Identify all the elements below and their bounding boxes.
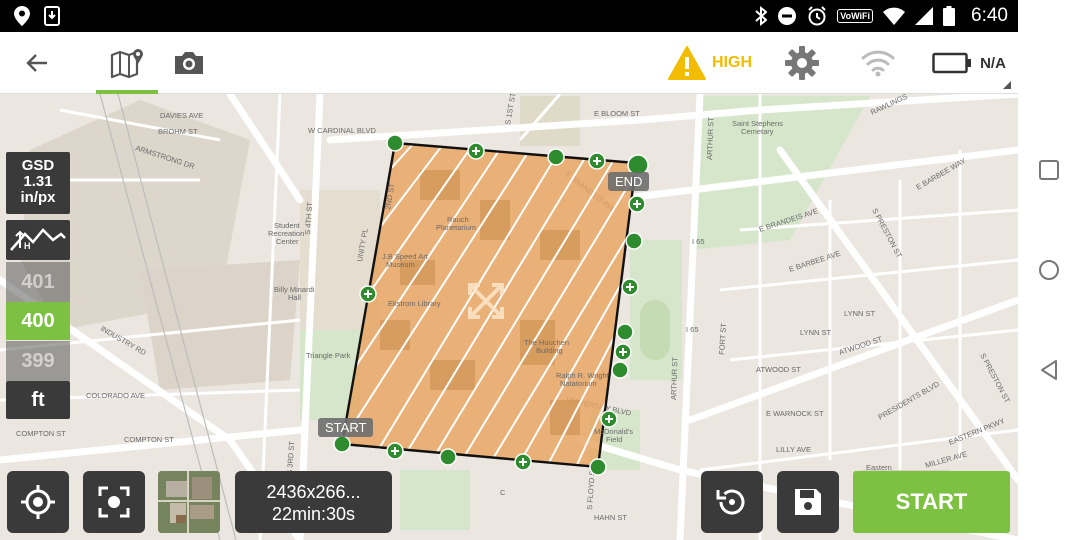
map-label: DAVIES AVE bbox=[160, 111, 203, 120]
altitude-option-below[interactable]: 399 bbox=[6, 341, 70, 381]
system-nav-bar bbox=[1018, 0, 1080, 540]
dnd-icon bbox=[778, 7, 797, 25]
satellite-thumbnail[interactable] bbox=[158, 471, 220, 533]
reset-rotation-button[interactable] bbox=[701, 471, 763, 533]
top-toolbar: HIGH N/A bbox=[0, 32, 1018, 94]
location-icon bbox=[14, 6, 30, 26]
map-label: COMPTON ST bbox=[16, 429, 66, 438]
gsd-display: GSD 1.31 in/px bbox=[6, 152, 70, 214]
altitude-unit[interactable]: ft bbox=[6, 381, 70, 419]
start-mission-button[interactable]: START bbox=[853, 471, 1010, 533]
map-label: E BLOOM ST bbox=[594, 109, 640, 118]
focus-icon bbox=[98, 486, 130, 518]
map-label: COMPTON ST bbox=[124, 435, 174, 444]
wifi-icon bbox=[861, 50, 895, 77]
vowifi-badge: VoWiFi bbox=[837, 9, 874, 23]
map-label: Museum bbox=[386, 260, 415, 269]
locate-button[interactable] bbox=[7, 471, 69, 533]
map-label: C bbox=[500, 488, 506, 497]
map-label: ARTHUR ST bbox=[669, 357, 680, 400]
focus-button[interactable] bbox=[83, 471, 145, 533]
alarm-icon bbox=[808, 6, 826, 26]
altitude-option-above[interactable]: 401 bbox=[6, 262, 70, 302]
status-bar: VoWiFi 6:40 bbox=[0, 0, 1018, 32]
grid-size: 2436x266... bbox=[266, 482, 361, 502]
clock: 6:40 bbox=[971, 5, 1008, 26]
tab-map[interactable] bbox=[96, 32, 158, 94]
terrain-follow-button[interactable]: H bbox=[6, 220, 70, 260]
bluetooth-icon bbox=[755, 6, 768, 26]
end-flag: END bbox=[608, 172, 650, 191]
map-label: LILLY AVE bbox=[776, 445, 811, 454]
mission-summary: 2436x266... 22min:30s bbox=[235, 471, 392, 533]
polygon-vertex[interactable] bbox=[616, 323, 634, 341]
save-button[interactable] bbox=[777, 471, 839, 533]
map-label: Triangle Park bbox=[306, 351, 351, 360]
battery-status[interactable]: N/A bbox=[926, 32, 1012, 94]
map-label: Field bbox=[606, 435, 622, 444]
tab-camera[interactable] bbox=[160, 32, 218, 94]
map-label: W CARDINAL BLVD bbox=[308, 126, 377, 135]
map-label: Natatorium bbox=[560, 379, 597, 388]
camera-icon bbox=[175, 52, 203, 74]
connection-status[interactable] bbox=[858, 32, 898, 94]
map-label: Cemetary bbox=[741, 127, 774, 136]
map-label: Hall bbox=[288, 293, 301, 302]
battery-label: N/A bbox=[980, 54, 1006, 72]
start-flag: START bbox=[318, 418, 374, 437]
svg-text:H: H bbox=[24, 241, 31, 251]
polygon-vertex[interactable] bbox=[439, 448, 457, 466]
polygon-vertex[interactable] bbox=[625, 232, 643, 250]
gsd-unit: in/px bbox=[20, 189, 56, 206]
gear-icon bbox=[785, 46, 819, 80]
flight-duration: 22min:30s bbox=[271, 504, 356, 524]
back-arrow-icon bbox=[26, 54, 47, 72]
recents-icon[interactable] bbox=[1037, 158, 1061, 182]
map-label: E WARNOCK ST bbox=[766, 409, 824, 418]
polygon-vertex[interactable] bbox=[386, 134, 404, 152]
polygon-vertex[interactable] bbox=[547, 148, 565, 166]
map-label: BROHM ST bbox=[158, 127, 198, 136]
back-nav-icon[interactable] bbox=[1037, 358, 1061, 382]
back-button[interactable] bbox=[14, 32, 60, 94]
polygon-vertex[interactable] bbox=[333, 435, 351, 453]
map-label: Planetarium bbox=[436, 223, 476, 232]
corner-indicator-icon bbox=[1003, 81, 1011, 89]
battery-icon bbox=[943, 6, 956, 26]
map-icon bbox=[110, 49, 143, 79]
map-label: Center bbox=[276, 237, 299, 246]
battery-icon bbox=[932, 52, 972, 74]
map-label: ATWOOD ST bbox=[756, 365, 801, 374]
gsd-label: GSD bbox=[21, 157, 55, 174]
gsd-value: 1.31 bbox=[23, 173, 53, 190]
map-label: COLORADO AVE bbox=[86, 391, 145, 400]
save-icon bbox=[795, 489, 821, 515]
signal-icon bbox=[915, 7, 934, 25]
map-label: HAHN ST bbox=[594, 513, 627, 522]
terrain-icon: H bbox=[10, 228, 66, 251]
risk-indicator[interactable]: HIGH bbox=[664, 32, 756, 94]
map-label: LYNN ST bbox=[800, 328, 832, 337]
wifi-icon bbox=[883, 7, 906, 25]
satellite-preview bbox=[158, 471, 220, 533]
warning-icon bbox=[668, 46, 706, 80]
map-label: Building bbox=[536, 346, 563, 355]
map-label: I 65 bbox=[692, 237, 705, 246]
polygon-vertex[interactable] bbox=[589, 458, 607, 476]
home-icon[interactable] bbox=[1037, 258, 1061, 282]
map-label: Ekstrom Library bbox=[388, 299, 441, 308]
locate-icon bbox=[21, 485, 55, 519]
download-icon bbox=[44, 6, 60, 26]
altitude-selected[interactable]: 400 bbox=[6, 302, 70, 340]
map-label: LYNN ST bbox=[844, 309, 876, 318]
rotate-icon bbox=[716, 489, 745, 515]
map-label: I 65 bbox=[686, 325, 699, 334]
polygon-vertex[interactable] bbox=[611, 361, 629, 379]
risk-label: HIGH bbox=[712, 54, 752, 71]
map-label: ARTHUR ST bbox=[705, 117, 716, 160]
settings-button[interactable] bbox=[780, 32, 824, 94]
